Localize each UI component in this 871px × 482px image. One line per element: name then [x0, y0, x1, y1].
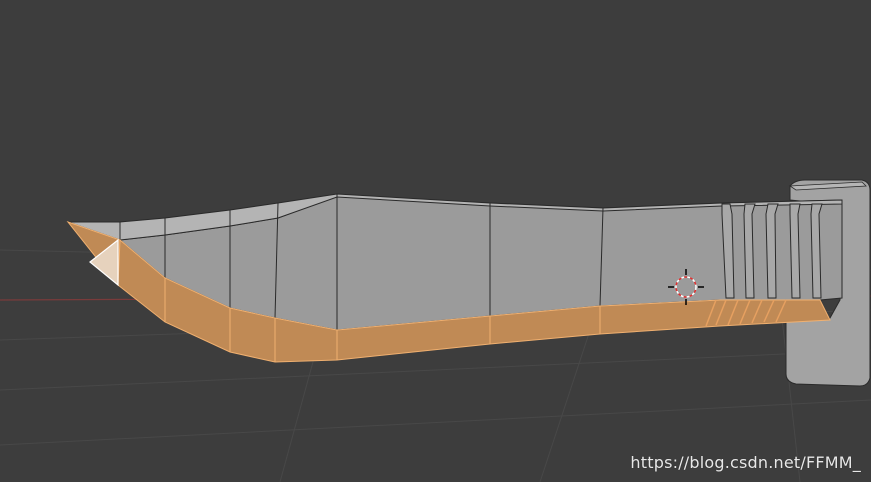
watermark-text: https://blog.csdn.net/FFMM_	[630, 453, 861, 472]
3d-viewport[interactable]: https://blog.csdn.net/FFMM_	[0, 0, 871, 482]
viewport-canvas[interactable]	[0, 0, 871, 482]
